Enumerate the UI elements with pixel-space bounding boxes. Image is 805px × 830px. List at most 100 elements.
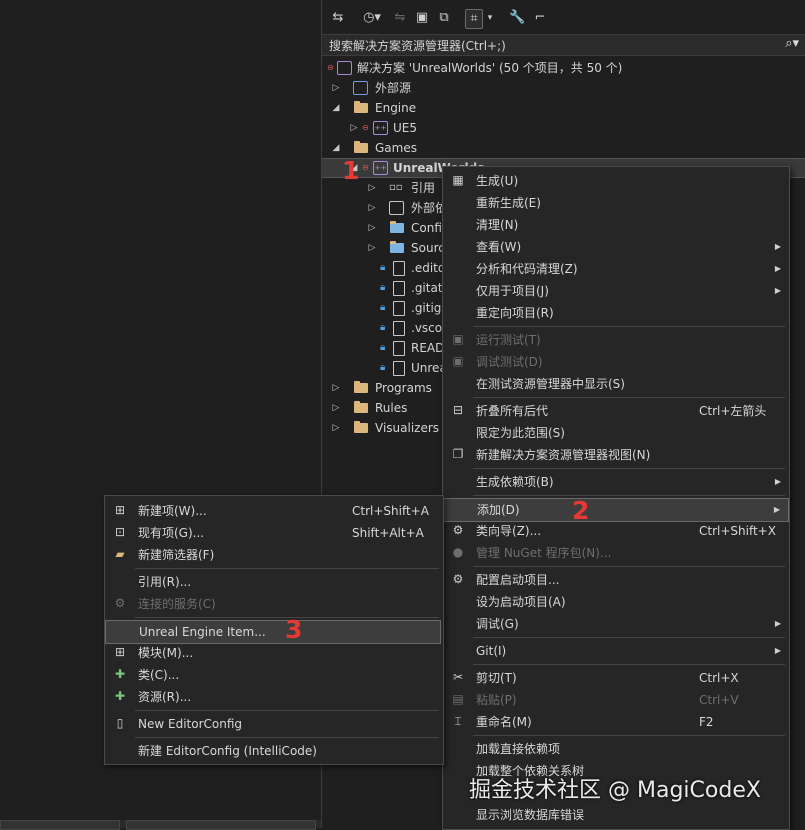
menu-item-project-only[interactable]: 仅用于项目(J) ▶ — [443, 280, 789, 302]
tree-item-ue5[interactable]: ▷ ⊖ ++ UE5 — [322, 118, 805, 138]
submenu-item-resource[interactable]: ✚ 资源(R)... — [105, 686, 443, 708]
file-icon — [393, 261, 405, 276]
lock-icon: 🔒︎ — [380, 342, 386, 353]
tree-item-external-sources[interactable]: ▷ 外部源 — [322, 78, 805, 98]
watermark: 掘金技术社区 @ MagiCodeX — [469, 778, 761, 803]
collapse-icon: ⊟ — [452, 403, 464, 417]
menu-item-collapse-all[interactable]: ⊟ 折叠所有后代 Ctrl+左箭头 — [443, 400, 789, 422]
menu-item-browse-db-errors[interactable]: 显示浏览数据库错误 — [443, 804, 789, 826]
sync-with-document-icon[interactable]: ⇋ — [393, 9, 407, 27]
pending-changes-filter-icon[interactable]: ◷▾ — [360, 9, 384, 27]
menu-item-add[interactable]: 添加(D) ▶ — [443, 498, 789, 522]
collapse-arrow-icon[interactable]: ◢ — [331, 138, 341, 158]
build-icon: ▦ — [452, 173, 464, 187]
expand-arrow-icon[interactable]: ▷ — [331, 398, 341, 418]
new-view-icon: ❐ — [452, 447, 464, 461]
file-icon — [393, 321, 405, 336]
references-icon: ▫▫ — [389, 182, 403, 193]
expand-arrow-icon[interactable]: ▷ — [331, 78, 341, 98]
submenu-arrow-icon: ▶ — [774, 477, 781, 486]
solution-explorer-toolbar: ⇆ ◷▾ ⇋ ▣ ⧉ ⌗ ▾ 🔧 ⌐ — [322, 0, 805, 34]
submenu-item-module[interactable]: ⊞ 模块(M)... — [105, 642, 443, 664]
filter-dropdown-icon[interactable]: ▾ — [485, 9, 495, 27]
submenu-item-new-editorconfig-intellicode[interactable]: 新建 EditorConfig (IntelliCode) — [105, 740, 443, 762]
menu-item-view[interactable]: 查看(W) ▶ — [443, 236, 789, 258]
menu-item-show-in-test-explorer[interactable]: 在测试资源管理器中显示(S) — [443, 373, 789, 395]
tree-item-solution[interactable]: ⊖ 解决方案 'UnrealWorlds' (50 个项目，共 50 个) — [322, 58, 805, 78]
error-dot-icon: ⊖ — [362, 163, 369, 172]
menu-separator — [473, 664, 785, 665]
menu-item-paste[interactable]: ▤ 粘贴(P) Ctrl+V — [443, 689, 789, 711]
menu-separator — [473, 326, 785, 327]
menu-item-clean[interactable]: 清理(N) — [443, 214, 789, 236]
menu-separator — [473, 495, 785, 496]
submenu-item-unreal-engine-item[interactable]: Unreal Engine Item... — [105, 620, 441, 644]
clipboard-icon: ▤ — [452, 692, 464, 706]
tree-item-engine[interactable]: ◢ Engine — [322, 98, 805, 118]
collapse-all-icon[interactable]: ▣ — [415, 9, 429, 27]
filter-icon[interactable]: ⌗ — [465, 9, 483, 29]
menu-item-analyze[interactable]: 分析和代码清理(Z) ▶ — [443, 258, 789, 280]
file-icon — [393, 361, 405, 376]
menu-item-build[interactable]: ▦ 生成(U) — [443, 170, 789, 192]
submenu-item-class[interactable]: ✚ 类(C)... — [105, 664, 443, 686]
submenu-item-connected-services[interactable]: ⚙ 连接的服务(C) — [105, 593, 443, 615]
project-icon: ++ — [373, 121, 388, 135]
run-tests-icon: ▣ — [452, 332, 464, 346]
expand-arrow-icon[interactable]: ▷ — [367, 238, 377, 258]
menu-item-debug[interactable]: 调试(G) ▶ — [443, 613, 789, 635]
class-icon: ✚ — [114, 667, 126, 681]
bottom-tab[interactable] — [126, 820, 316, 830]
submenu-item-new-filter[interactable]: ▰ 新建筛选器(F) — [105, 544, 443, 566]
annotation-badge-1: 1 — [342, 156, 360, 185]
class-wizard-icon: ⚙ — [452, 523, 464, 537]
folder-icon — [354, 141, 368, 153]
collapse-arrow-icon[interactable]: ◢ — [331, 98, 341, 118]
search-icon[interactable]: ⌕▾ — [785, 36, 799, 51]
project-context-menu: ▦ 生成(U) 重新生成(E) 清理(N) 查看(W) ▶ 分析和代码清理(Z)… — [442, 166, 790, 830]
menu-item-retarget[interactable]: 重定向项目(R) — [443, 302, 789, 324]
submenu-arrow-icon: ▶ — [774, 242, 781, 251]
gear-icon: ⚙ — [452, 572, 464, 586]
expand-arrow-icon[interactable]: ▷ — [331, 378, 341, 398]
menu-item-set-startup[interactable]: 设为启动项目(A) — [443, 591, 789, 613]
menu-item-debug-tests[interactable]: ▣ 调试测试(D) — [443, 351, 789, 373]
menu-item-rename[interactable]: ⌶ 重命名(M) F2 — [443, 711, 789, 733]
menu-item-load-direct-deps[interactable]: 加载直接依赖项 — [443, 738, 789, 760]
annotation-badge-2: 2 — [572, 496, 590, 525]
submenu-arrow-icon: ▶ — [774, 264, 781, 273]
existing-item-icon: ⊡ — [114, 525, 126, 539]
menu-item-configure-startup[interactable]: ⚙ 配置启动项目... — [443, 569, 789, 591]
scissors-icon: ✂ — [452, 670, 464, 684]
bottom-tab[interactable] — [0, 820, 120, 830]
expand-arrow-icon[interactable]: ▷ — [349, 118, 359, 138]
menu-item-cut[interactable]: ✂ 剪切(T) Ctrl+X — [443, 667, 789, 689]
menu-item-manage-nuget[interactable]: ● 管理 NuGet 程序包(N)... — [443, 542, 789, 564]
submenu-item-existing-item[interactable]: ⊡ 现有项(G)... Shift+Alt+A — [105, 522, 443, 544]
expand-arrow-icon[interactable]: ▷ — [367, 218, 377, 238]
expand-arrow-icon[interactable]: ▷ — [331, 418, 341, 438]
submenu-arrow-icon: ▶ — [773, 505, 780, 514]
switch-views-icon[interactable]: ⇆ — [330, 9, 346, 27]
menu-item-class-wizard[interactable]: ⚙ 类向导(Z)... Ctrl+Shift+X — [443, 520, 789, 542]
preview-selected-items-icon[interactable]: ⌐ — [532, 9, 548, 27]
menu-item-git[interactable]: Git(I) ▶ — [443, 640, 789, 662]
expand-arrow-icon[interactable]: ▷ — [367, 198, 377, 218]
expand-arrow-icon[interactable]: ▷ — [367, 178, 377, 198]
submenu-item-new-item[interactable]: ⊞ 新建项(W)... Ctrl+Shift+A — [105, 500, 443, 522]
menu-item-run-tests[interactable]: ▣ 运行测试(T) — [443, 329, 789, 351]
solution-explorer-search[interactable]: 搜索解决方案资源管理器(Ctrl+;) ⌕▾ — [322, 34, 805, 56]
submenu-item-new-editorconfig[interactable]: ▯ New EditorConfig — [105, 713, 443, 735]
tree-item-games[interactable]: ◢ Games — [322, 138, 805, 158]
lock-icon: 🔒︎ — [380, 282, 386, 293]
menu-item-new-view[interactable]: ❐ 新建解决方案资源管理器视图(N) — [443, 444, 789, 466]
search-input[interactable]: 搜索解决方案资源管理器(Ctrl+;) — [329, 37, 506, 54]
menu-item-build-dependencies[interactable]: 生成依赖项(B) ▶ — [443, 471, 789, 493]
menu-item-rebuild[interactable]: 重新生成(E) — [443, 192, 789, 214]
show-all-files-icon[interactable]: ⧉ — [436, 9, 452, 27]
editorconfig-file-icon: ▯ — [116, 716, 124, 730]
properties-wrench-icon[interactable]: 🔧 — [509, 9, 525, 27]
menu-separator — [473, 468, 785, 469]
submenu-item-reference[interactable]: 引用(R)... — [105, 571, 443, 593]
menu-item-scope-to-this[interactable]: 限定为此范围(S) — [443, 422, 789, 444]
